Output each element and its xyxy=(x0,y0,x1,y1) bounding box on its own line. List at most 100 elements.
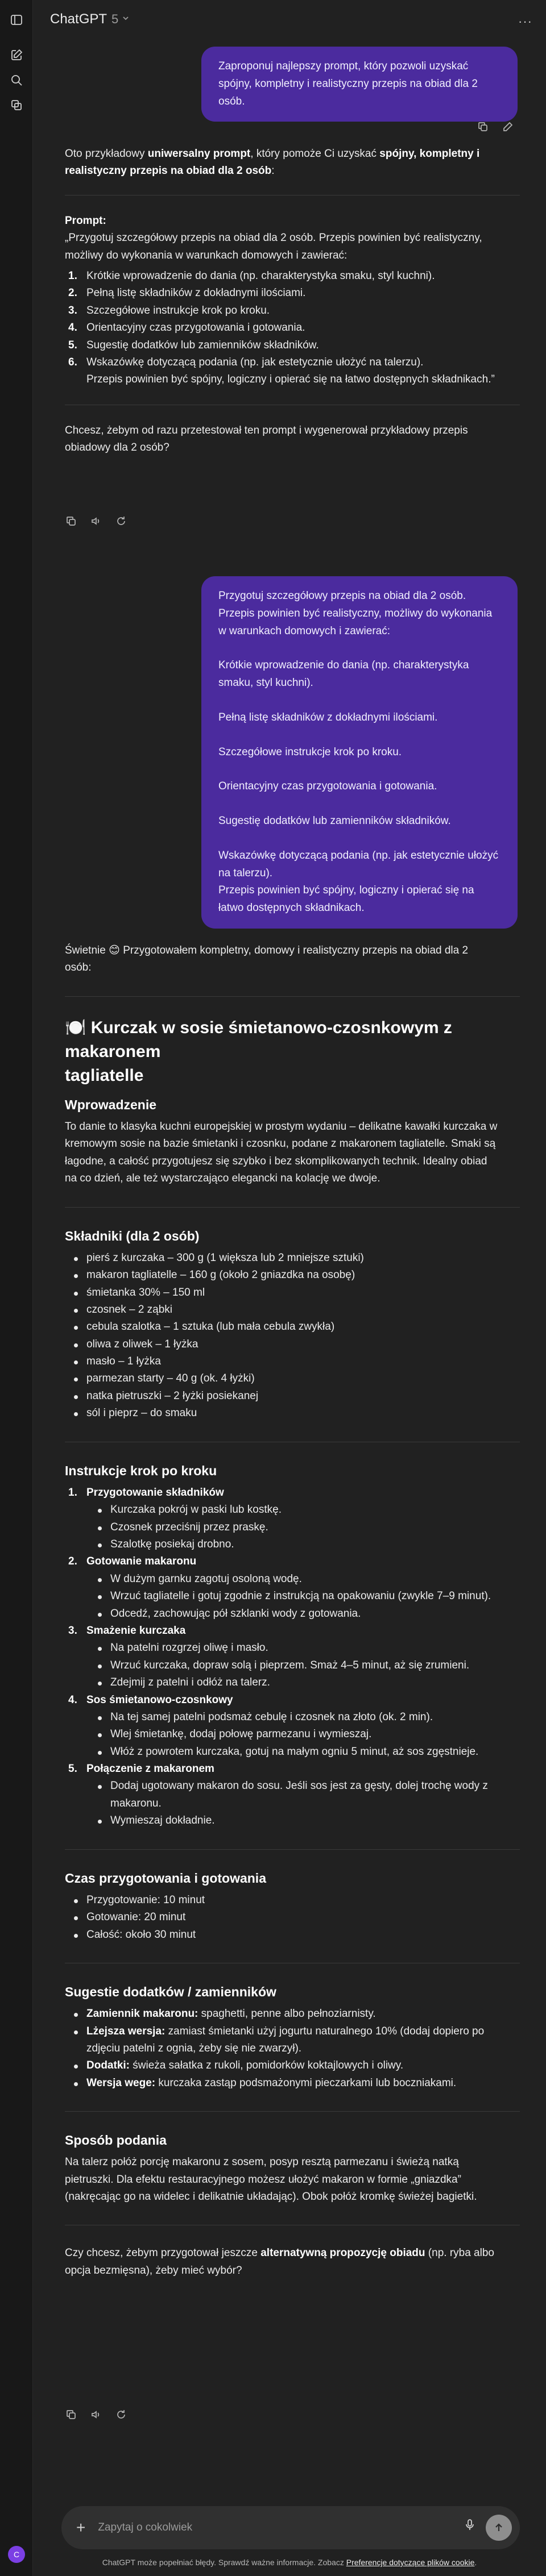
list-item: Lżejsza wersja: zamiast śmietanki użyj j… xyxy=(65,2023,520,2058)
user-message-line: na talerzu). xyxy=(218,867,273,879)
assistant-intro: osób: xyxy=(65,962,92,974)
list-item: czosnek – 2 ząbki xyxy=(65,1301,520,1318)
list-item: Odcedź, zachowując pół szklanki wody z g… xyxy=(65,1605,520,1622)
cookie-preferences-link[interactable]: Preferencje dotyczące plików cookie xyxy=(346,2558,475,2567)
assistant-message-actions xyxy=(65,2408,127,2421)
assistant-message-actions xyxy=(65,515,127,527)
list-item: Całość: około 30 minut xyxy=(65,1926,520,1944)
prompt-line: możliwy do wykonania w warunkach domowyc… xyxy=(65,249,348,261)
plus-icon[interactable]: + xyxy=(76,2515,85,2541)
copy-icon[interactable] xyxy=(65,515,77,527)
user-avatar[interactable]: C xyxy=(8,2546,25,2563)
list-item: oliwa z oliwek – 1 łyżka xyxy=(65,1336,520,1353)
list-item: Włóż z powrotem kurczaka, gotuj na małym… xyxy=(65,1743,520,1761)
read-aloud-icon[interactable] xyxy=(90,2408,102,2421)
edit-icon[interactable] xyxy=(502,120,514,133)
list-item: 4. Orientacyjny czas przygotowania i goto… xyxy=(68,322,305,334)
microphone-icon[interactable] xyxy=(464,2519,475,2537)
section-heading: Czas przygotowania i gotowania xyxy=(65,1870,266,1886)
sidebar-toggle-icon[interactable] xyxy=(9,13,24,27)
model-selector-title[interactable]: ChatGPT xyxy=(50,9,107,30)
list-item: Szalotkę posiekaj drobno. xyxy=(65,1536,520,1553)
user-message-bubble: Przygotuj szczegółowy przepis na obiad d… xyxy=(201,576,518,929)
step-heading: 1. Przygotowanie składników xyxy=(68,1486,224,1499)
assistant-message: Oto przykładowy uniwersalny prompt, któr… xyxy=(65,145,520,456)
time-list: Przygotowanie: 10 minut Gotowanie: 20 mi… xyxy=(65,1892,520,1944)
step-heading: 4. Sos śmietanowo-czosnkowy xyxy=(68,1693,233,1706)
list-item: Dodatki: świeża sałatka z rukoli, pomido… xyxy=(65,2057,520,2074)
model-version[interactable]: 5 xyxy=(111,9,118,29)
read-aloud-icon[interactable] xyxy=(90,515,102,527)
assistant-intro: Oto przykładowy uniwersalny prompt, któr… xyxy=(65,145,520,180)
regenerate-icon[interactable] xyxy=(115,515,127,527)
user-message-line: Pełną listę składników z dokładnymi iloś… xyxy=(218,711,438,723)
new-chat-icon[interactable] xyxy=(9,48,24,63)
step-heading: 3. Smażenie kurczaka xyxy=(68,1624,186,1637)
chevron-down-icon[interactable] xyxy=(122,11,130,28)
list-item: Kurczaka pokrój w paski lub kostkę. xyxy=(65,1501,520,1518)
list-item: Wersja wege: kurczaka zastąp podsmażonym… xyxy=(65,2075,520,2092)
user-message-line: smaku, styl kuchni). xyxy=(218,677,313,689)
list-item: pierś z kurczaka – 300 g (1 większa lub … xyxy=(65,1250,520,1267)
smile-emoji: 😊 xyxy=(109,944,120,956)
prompt-label: Prompt: xyxy=(65,214,106,227)
list-item: Zamiennik makaronu: spaghetti, penne alb… xyxy=(65,2005,520,2022)
user-message-line: Przepis powinien być spójny, logiczny i … xyxy=(218,884,474,897)
list-item: Na tej samej patelni podsmaż cebulę i cz… xyxy=(65,1709,520,1726)
step-substeps: Na tej samej patelni podsmaż cebulę i cz… xyxy=(65,1709,520,1761)
list-item: Na patelni rozgrzej oliwę i masło. xyxy=(65,1639,520,1657)
regenerate-icon[interactable] xyxy=(115,2408,127,2421)
more-options-icon[interactable]: ··· xyxy=(518,11,532,31)
recipe-title: 🍽️ Kurczak w sosie śmietanowo-czosnkowym… xyxy=(65,1018,452,1085)
list-item: sól i pieprz – do smaku xyxy=(65,1405,520,1422)
step-heading: 5. Połączenie z makaronem xyxy=(68,1763,214,1775)
left-rail: C xyxy=(0,0,33,2576)
divider xyxy=(65,1206,520,1208)
message-input[interactable] xyxy=(98,2521,440,2534)
list-item: masło – 1 łyżka xyxy=(65,1353,520,1370)
list-item: Wrzuć tagliatelle i gotuj zgodnie z inst… xyxy=(65,1588,520,1605)
user-message-line: osób. xyxy=(218,95,245,107)
user-message-line: Orientacyjny czas przygotowania i gotowa… xyxy=(218,780,437,793)
list-item: cebula szalotka – 1 sztuka (lub mała ceb… xyxy=(65,1318,520,1335)
list-item: śmietanka 30% – 150 ml xyxy=(65,1284,520,1301)
list-item: W dużym garnku zagotuj osoloną wodę. xyxy=(65,1571,520,1588)
prompt-list: 1. Krótkie wprowadzenie do dania (np. cha… xyxy=(65,268,520,389)
top-bar: ChatGPT 5 ··· xyxy=(33,0,546,39)
bold-run: realistyczny przepis na obiad dla 2 osób xyxy=(65,165,272,177)
user-message-line: Szczegółowe instrukcje krok po kroku. xyxy=(218,746,402,758)
bold-run: uniwersalny prompt xyxy=(147,148,251,160)
assistant-final-question: Czy chcesz, żebym przygotował jeszcze al… xyxy=(65,2247,494,2259)
list-item: Zdejmij z patelni i odłóż na talerz. xyxy=(65,1674,520,1691)
user-message-line: Przygotuj szczegółowy przepis na obiad d… xyxy=(218,590,466,602)
library-icon[interactable] xyxy=(9,98,24,113)
user-message-line: łatwo dostępnych składnikach. xyxy=(218,902,365,914)
copy-icon[interactable] xyxy=(65,2408,77,2421)
user-message-bubble: Zaproponuj najlepszy prompt, który pozwo… xyxy=(201,47,518,122)
section-heading: Sposób podania xyxy=(65,2133,167,2148)
list-item: Wrzuć kurczaka, dopraw solą i pieprzem. … xyxy=(65,1657,520,1674)
message-composer: + xyxy=(61,2506,520,2549)
user-message-line: spójny, kompletny i realistyczny przepis… xyxy=(218,77,478,90)
assistant-intro: Świetnie 😊 Przygotowałem kompletny, domo… xyxy=(65,944,469,956)
step-substeps: Dodaj ugotowany makaron do sosu. Jeśli s… xyxy=(65,1778,520,1829)
send-button[interactable] xyxy=(486,2515,512,2541)
serving-paragraph: Na talerz połóż porcję makaronu z sosem,… xyxy=(65,2156,477,2203)
section-heading: Sugestie dodatków / zamienników xyxy=(65,1984,276,1999)
list-item: 6. Wskazówkę dotyczącą podania (np. jak e… xyxy=(68,356,495,386)
step-heading: 2. Gotowanie makaronu xyxy=(68,1555,197,1568)
list-item: Czosnek przeciśnij przez praskę. xyxy=(65,1519,520,1536)
assistant-final-question: opcja bezmięsna), żeby mieć wybór? xyxy=(65,2264,242,2277)
user-message-line: w warunkach domowych i zawierać: xyxy=(218,625,391,637)
copy-icon[interactable] xyxy=(477,120,489,133)
list-item: parmezan starty – 40 g (ok. 4 łyżki) xyxy=(65,1370,520,1387)
steps-list: 1. Przygotowanie składników Kurczaka pokr… xyxy=(65,1484,520,1830)
step-substeps: Kurczaka pokrój w paski lub kostkę. Czos… xyxy=(65,1501,520,1553)
search-icon[interactable] xyxy=(9,73,24,88)
section-heading: Instrukcje krok po kroku xyxy=(65,1463,217,1478)
disclaimer: ChatGPT może popełniać błędy. Sprawdź wa… xyxy=(102,2558,477,2567)
section-heading: Wprowadzenie xyxy=(65,1097,157,1112)
text-run: Oto przykładowy xyxy=(65,148,148,160)
list-item: 2. Pełną listę składników z dokładnymi il… xyxy=(68,287,306,299)
list-item: 3. Szczegółowe instrukcje krok po kroku. xyxy=(68,304,270,317)
